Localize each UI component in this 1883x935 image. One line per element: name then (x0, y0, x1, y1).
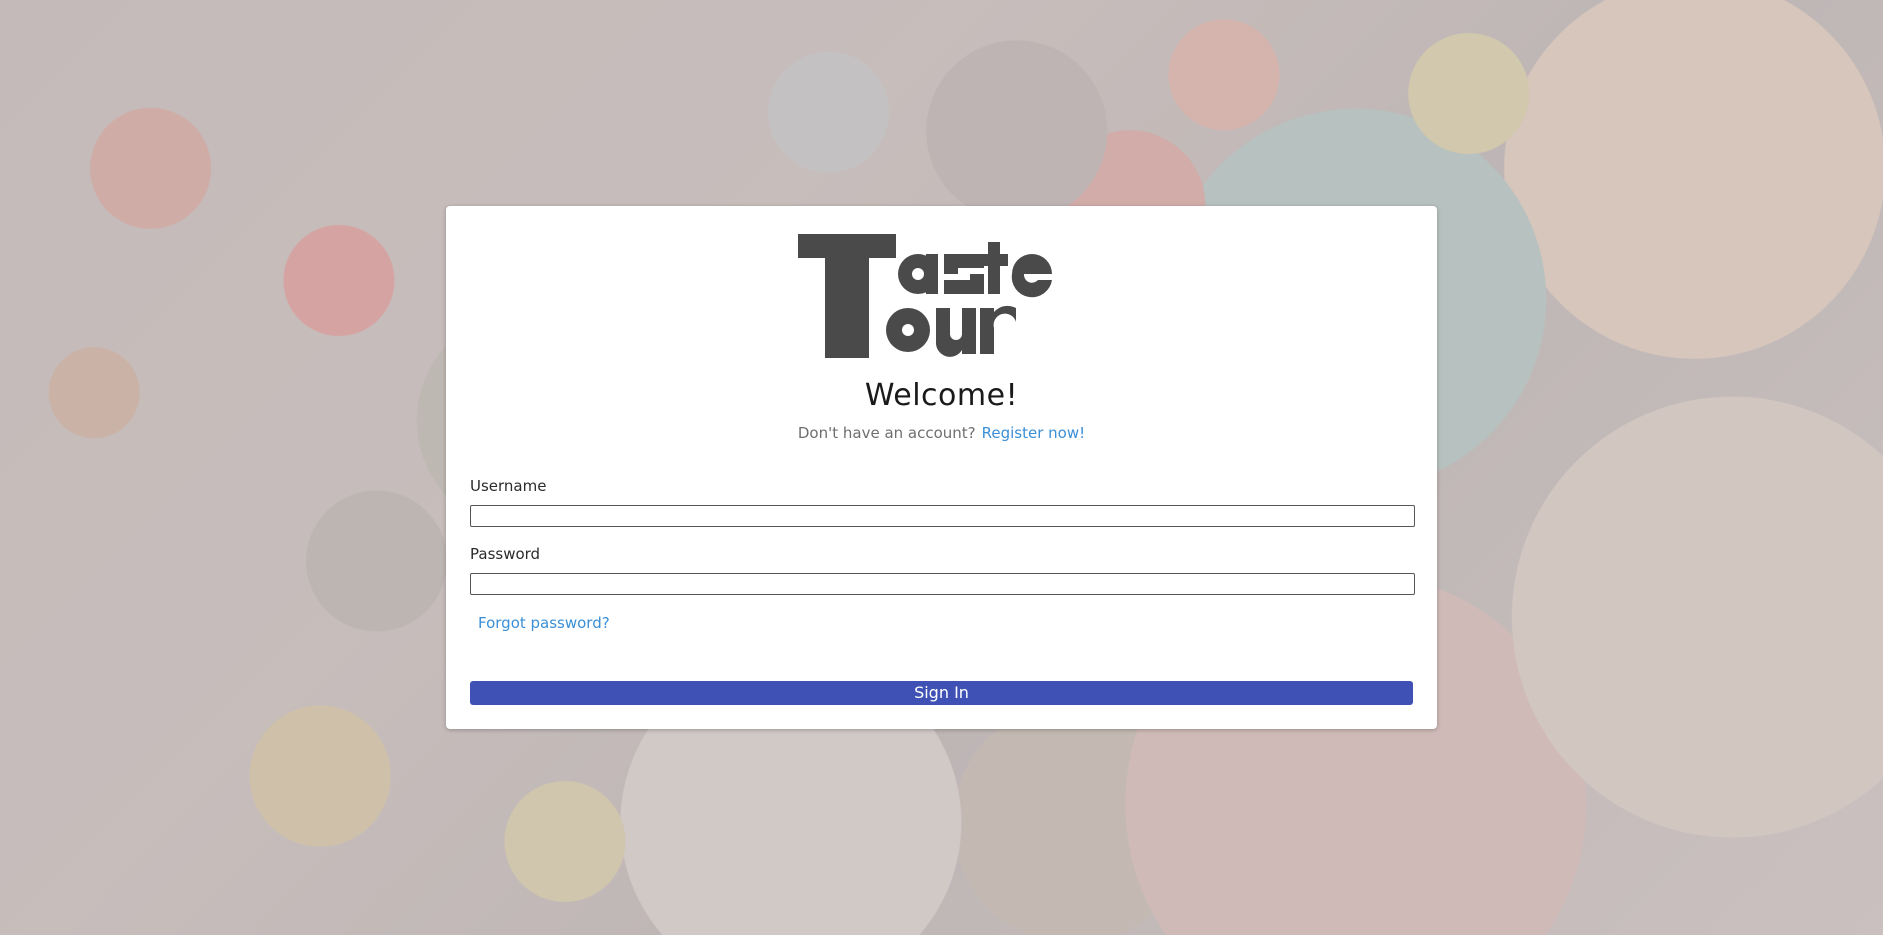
username-input[interactable] (470, 505, 1415, 527)
password-input[interactable] (470, 573, 1415, 595)
register-now-link[interactable]: Register now! (982, 424, 1086, 442)
register-prompt: Don't have an account? Register now! (446, 424, 1437, 442)
password-label: Password (470, 545, 541, 563)
forgot-password-link[interactable]: Forgot password? (478, 614, 610, 632)
taste-tour-logo (798, 234, 1052, 358)
username-label: Username (470, 477, 547, 495)
sign-in-button[interactable]: Sign In (470, 681, 1413, 705)
welcome-heading: Welcome! (864, 378, 1019, 413)
login-card: Welcome! Don't have an account? Register … (446, 206, 1437, 729)
no-account-text: Don't have an account? (797, 424, 976, 442)
